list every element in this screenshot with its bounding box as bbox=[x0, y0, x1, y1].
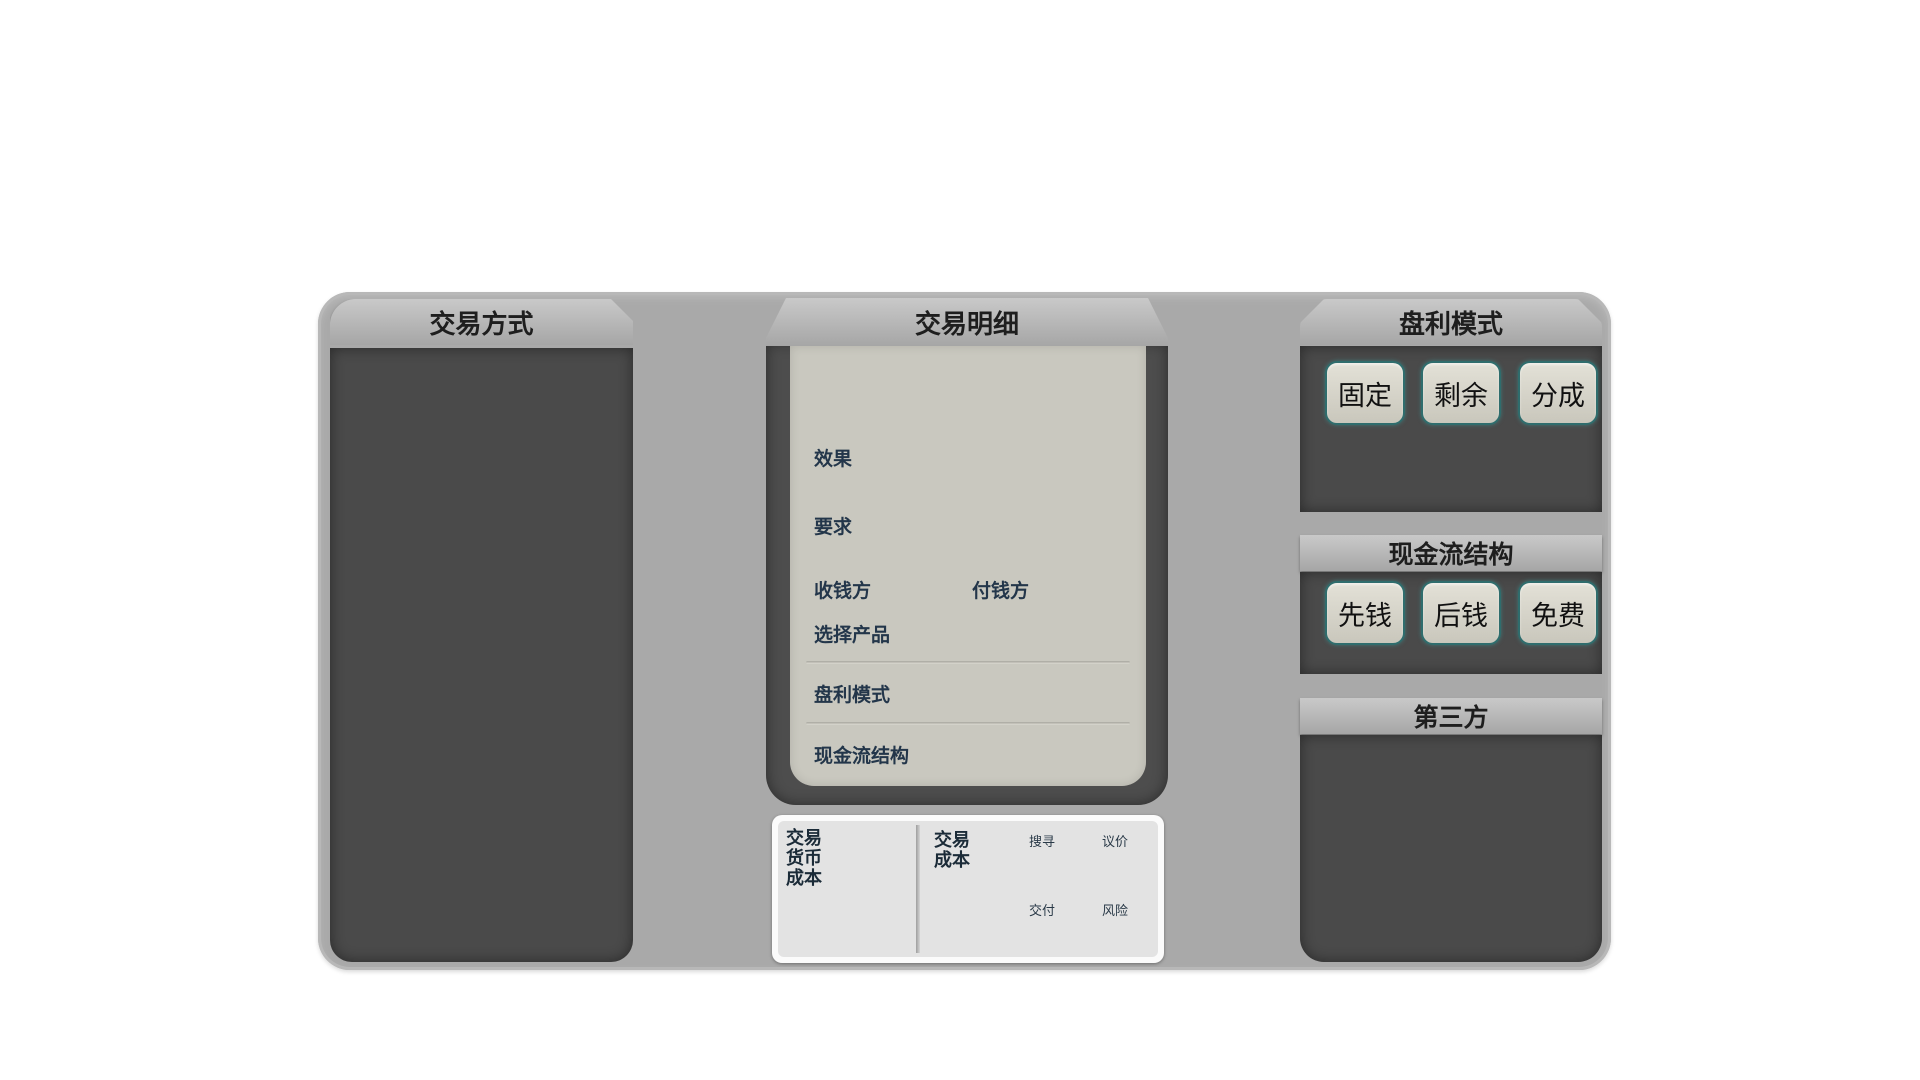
third-party-header: 第三方 bbox=[1300, 698, 1602, 734]
cashflow-title: 现金流结构 bbox=[1388, 540, 1514, 569]
currency-cost-line: 交易 bbox=[786, 828, 822, 849]
payer-label: 付钱方 bbox=[972, 580, 1030, 602]
trade-detail-header: 交易明细 bbox=[766, 298, 1168, 346]
currency-cost-line: 货币 bbox=[786, 848, 822, 869]
detail-divider bbox=[806, 722, 1130, 725]
third-party-panel[interactable] bbox=[1300, 735, 1602, 962]
trade-method-panel[interactable] bbox=[330, 348, 633, 962]
trade-method-title: 交易方式 bbox=[429, 309, 534, 340]
currency-cost-title: 交易 货币 成本 bbox=[786, 829, 822, 889]
fixed-chip[interactable]: 固定 bbox=[1325, 361, 1405, 425]
select-product-label[interactable]: 选择产品 bbox=[814, 620, 890, 647]
trade-cost-title: 交易 成本 bbox=[934, 831, 970, 871]
residual-chip[interactable]: 剩余 bbox=[1421, 361, 1501, 425]
payee-label: 收钱方 bbox=[814, 580, 872, 602]
cashflow-header: 现金流结构 bbox=[1300, 535, 1602, 571]
search-cost-label: 搜寻 bbox=[1029, 835, 1056, 850]
trade-cost-line: 成本 bbox=[934, 850, 970, 871]
share-chip[interactable]: 分成 bbox=[1518, 361, 1598, 425]
trade-method-header: 交易方式 bbox=[330, 299, 633, 345]
trade-detail-title: 交易明细 bbox=[914, 309, 1019, 340]
negotiate-cost-label: 议价 bbox=[1102, 835, 1129, 850]
currency-cost-line: 成本 bbox=[786, 868, 822, 889]
postpay-chip[interactable]: 后钱 bbox=[1421, 581, 1501, 645]
deliver-cost-label: 交付 bbox=[1029, 904, 1056, 919]
third-party-title: 第三方 bbox=[1413, 703, 1489, 732]
trade-cost-line: 交易 bbox=[934, 830, 970, 851]
trade-detail-card[interactable] bbox=[790, 346, 1146, 786]
cashflow-row-label: 现金流结构 bbox=[814, 745, 910, 767]
free-chip[interactable]: 免费 bbox=[1518, 581, 1598, 645]
profit-mode-header: 盘利模式 bbox=[1300, 299, 1602, 345]
risk-cost-label: 风险 bbox=[1102, 904, 1129, 919]
profit-mode-row-label: 盘利模式 bbox=[814, 684, 891, 706]
detail-divider bbox=[806, 661, 1130, 664]
profit-mode-title: 盘利模式 bbox=[1398, 309, 1503, 340]
prepay-chip[interactable]: 先钱 bbox=[1325, 581, 1405, 645]
cost-card-separator bbox=[916, 825, 920, 953]
requirement-label: 要求 bbox=[814, 516, 853, 538]
effect-label: 效果 bbox=[814, 448, 853, 470]
